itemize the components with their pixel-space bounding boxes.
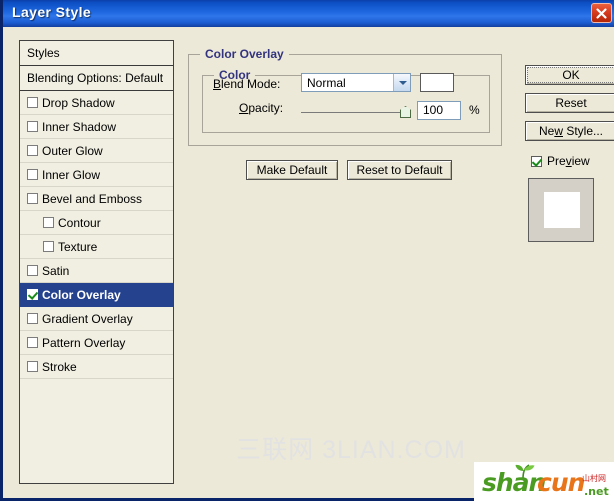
style-list-item[interactable]: Inner Glow: [20, 163, 173, 187]
style-list-item[interactable]: Outer Glow: [20, 139, 173, 163]
opacity-slider-thumb[interactable]: [400, 106, 411, 118]
style-list-item[interactable]: Color Overlay: [20, 283, 173, 307]
opacity-slider-track: [301, 112, 411, 113]
dialog-body: Styles Blending Options: Default Drop Sh…: [6, 27, 614, 498]
styles-list: Drop Shadow Inner Shadow Outer Glow Inner G…: [20, 91, 173, 379]
style-list-item-label: Color Overlay: [42, 287, 121, 302]
window-title: Layer Style: [12, 4, 92, 20]
logo-shan-text: shan: [482, 468, 546, 497]
preview-thumbnail: [528, 178, 594, 242]
blend-mode-value: Normal: [307, 76, 346, 90]
checkbox-icon[interactable]: [27, 193, 38, 204]
style-list-item-label: Bevel and Emboss: [42, 191, 143, 206]
opacity-input[interactable]: 100: [417, 101, 461, 120]
checkbox-icon[interactable]: [27, 145, 38, 156]
style-list-item[interactable]: Stroke: [20, 355, 173, 379]
color-overlay-group-title: Color Overlay: [200, 47, 289, 61]
style-list-item-label: Stroke: [42, 359, 77, 374]
checkbox-icon[interactable]: [27, 361, 38, 372]
preview-label: Preview: [547, 154, 590, 168]
styles-list-empty-area: [20, 379, 173, 483]
style-list-item-label: Satin: [42, 263, 70, 278]
opacity-slider[interactable]: [301, 105, 411, 119]
checkbox-icon[interactable]: [43, 217, 54, 228]
logo-tld-text: .net: [584, 485, 609, 498]
blend-mode-dropdown[interactable]: Normal: [301, 73, 411, 92]
style-list-item[interactable]: Inner Shadow: [20, 115, 173, 139]
style-list-item[interactable]: Texture: [20, 235, 173, 259]
dialog-actions: OK Reset New Style... Preview: [514, 40, 614, 484]
close-icon: [596, 8, 607, 19]
style-list-item-label: Outer Glow: [42, 143, 103, 158]
make-default-button[interactable]: Make Default: [246, 160, 338, 180]
checkbox-icon[interactable]: [27, 169, 38, 180]
checkbox-icon: [531, 155, 542, 167]
opacity-unit-label: %: [469, 103, 480, 117]
title-bar[interactable]: Layer Style: [3, 0, 614, 27]
style-list-item[interactable]: Bevel and Emboss: [20, 187, 173, 211]
close-button[interactable]: [591, 3, 612, 23]
blend-mode-label: Blend Mode:: [213, 77, 281, 91]
color-overlay-settings: Color Overlay Color Blend Mode: Normal O…: [184, 40, 506, 484]
style-list-item[interactable]: Satin: [20, 259, 173, 283]
style-list-item-label: Pattern Overlay: [42, 335, 126, 350]
site-logo: shan cun 山村网 .net: [474, 462, 614, 501]
reset-button[interactable]: Reset: [525, 93, 614, 113]
checkbox-icon[interactable]: [27, 313, 38, 324]
checkbox-icon[interactable]: [27, 97, 38, 108]
style-list-item-label: Texture: [58, 239, 98, 254]
chevron-down-icon[interactable]: [393, 74, 410, 91]
logo-cun-text: cun: [537, 468, 585, 497]
style-list-item-label: Gradient Overlay: [42, 311, 133, 326]
style-list-item-label: Inner Glow: [42, 167, 101, 182]
style-list-item[interactable]: Contour: [20, 211, 173, 235]
watermark-text: 三联网 3LIAN.COM: [236, 436, 466, 464]
color-overlay-groupbox: Color Overlay Color Blend Mode: Normal O…: [188, 47, 502, 146]
style-list-item-label: Inner Shadow: [42, 119, 117, 134]
style-list-item-label: Drop Shadow: [42, 95, 115, 110]
preview-checkbox[interactable]: Preview: [531, 154, 590, 168]
styles-list-panel: Styles Blending Options: Default Drop Sh…: [19, 40, 174, 484]
color-swatch[interactable]: [420, 73, 454, 92]
style-list-item[interactable]: Gradient Overlay: [20, 307, 173, 331]
checkbox-icon[interactable]: [27, 289, 38, 300]
style-list-item[interactable]: Drop Shadow: [20, 91, 173, 115]
blending-options-row[interactable]: Blending Options: Default: [20, 66, 173, 91]
layer-style-dialog: Layer Style Styles Blending Options: Def…: [0, 0, 614, 501]
preview-swatch: [544, 192, 580, 228]
opacity-label: Opacity:: [239, 101, 284, 115]
styles-list-header[interactable]: Styles: [20, 41, 173, 66]
style-list-item[interactable]: Pattern Overlay: [20, 331, 173, 355]
style-list-item-label: Contour: [58, 215, 101, 230]
reset-to-default-button[interactable]: Reset to Default: [347, 160, 452, 180]
checkbox-icon[interactable]: [43, 241, 54, 252]
checkbox-icon[interactable]: [27, 121, 38, 132]
checkbox-icon[interactable]: [27, 265, 38, 276]
new-style-button[interactable]: New Style...: [525, 121, 614, 141]
ok-button[interactable]: OK: [525, 65, 614, 85]
logo-cn-text: 山村网: [582, 474, 606, 483]
checkbox-icon[interactable]: [27, 337, 38, 348]
